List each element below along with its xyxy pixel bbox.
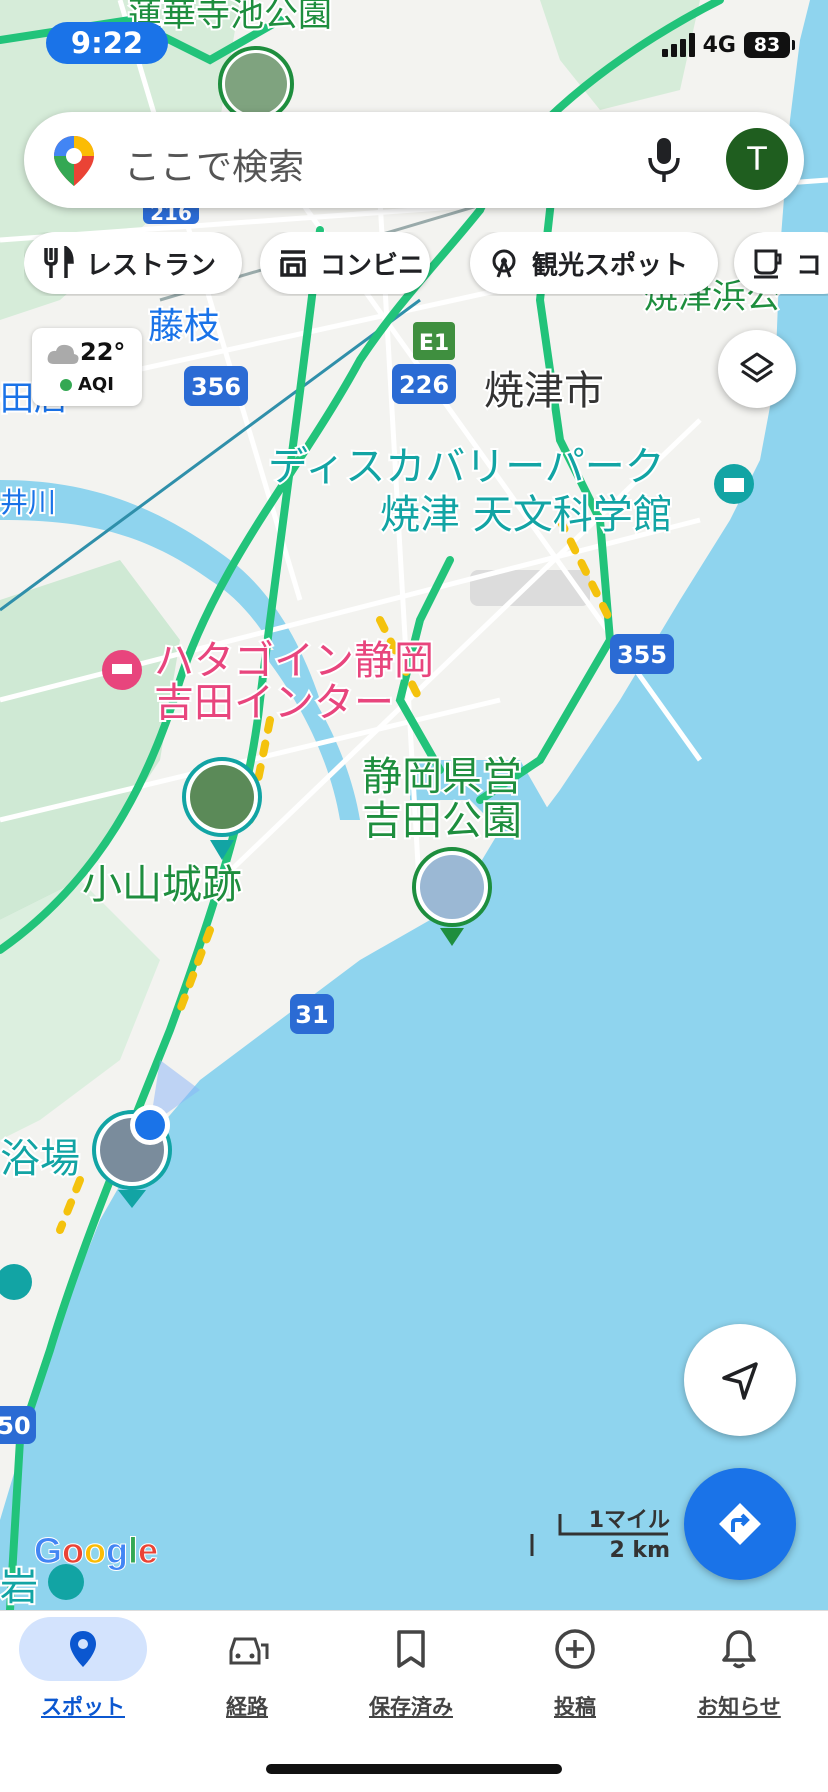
directions-button[interactable] <box>684 1468 796 1580</box>
expressway-e1: E1 <box>419 331 449 356</box>
bell-icon <box>722 1630 756 1669</box>
microphone-icon[interactable] <box>646 136 682 188</box>
chip-label-sightseeing: 観光スポット <box>532 250 689 281</box>
chip-sightseeing[interactable]: 観光スポット <box>470 232 718 294</box>
nav-explore[interactable]: スポット <box>0 1611 166 1731</box>
label-discovery-1: ディスカバリーパーク <box>268 444 665 490</box>
chip-cafe[interactable]: コ <box>734 232 828 294</box>
car-icon <box>229 1637 269 1665</box>
museum-marker[interactable] <box>714 464 754 504</box>
nav-label-saved: 保存済み <box>369 1695 453 1719</box>
nav-updates[interactable]: お知らせ <box>656 1611 822 1731</box>
search-input[interactable]: ここで検索 <box>124 138 304 190</box>
home-indicator[interactable] <box>266 1764 562 1774</box>
aqi-status-dot <box>60 379 72 391</box>
chip-restaurant[interactable]: レストラン <box>24 232 242 294</box>
add-circle-icon <box>555 1629 595 1669</box>
scale-km: 2 km <box>609 1538 670 1563</box>
network-type: 4G <box>702 32 736 58</box>
fork-knife-icon <box>44 246 74 278</box>
label-iwa: 岩 <box>0 1565 38 1609</box>
label-hotel-2: 吉田インター <box>154 680 394 726</box>
nav-commute[interactable]: 経路 <box>164 1611 330 1731</box>
shield-226: 226 <box>399 371 449 399</box>
label-yaizu-city: 焼津市 <box>484 368 604 414</box>
label-park-1: 静岡県営 <box>362 754 522 800</box>
label-park-2: 吉田公園 <box>362 798 522 844</box>
navigation-arrow-icon <box>722 1362 758 1400</box>
coffee-icon <box>754 249 782 279</box>
aqi-label: AQI <box>78 374 114 395</box>
map-scale: 1マイル 2 km <box>530 1502 670 1563</box>
nav-label-updates: お知らせ <box>697 1695 781 1719</box>
chip-label-convenience: コンビニ <box>320 250 425 281</box>
shield-356: 356 <box>191 373 241 401</box>
battery-icon: 83 <box>744 32 795 58</box>
signal-icon <box>661 33 695 57</box>
shield-31: 31 <box>295 1001 328 1029</box>
nav-label-explore: スポット <box>41 1695 125 1719</box>
hotel-marker[interactable] <box>102 650 142 690</box>
bookmark-icon <box>397 1630 425 1668</box>
search-bar[interactable]: ここで検索 T <box>24 112 804 208</box>
ferris-wheel-icon <box>492 249 516 278</box>
label-hotel-1: ハタゴイン静岡 <box>154 638 434 684</box>
avatar[interactable]: T <box>726 128 788 190</box>
chip-convenience-store[interactable]: コンビニ <box>260 232 430 294</box>
chip-label-restaurant: レストラン <box>86 250 217 281</box>
shield-50: 50 <box>0 1412 31 1440</box>
my-location-button[interactable] <box>684 1324 796 1436</box>
cloud-icon <box>46 342 80 370</box>
nav-contribute[interactable]: 投稿 <box>492 1611 658 1731</box>
layers-icon <box>740 352 774 383</box>
chip-label-cafe: コ <box>796 250 823 281</box>
scale-miles: 1マイル <box>588 1508 670 1533</box>
nav-label-contribute: 投稿 <box>554 1695 596 1719</box>
status-bar: 9:22 4G 83 <box>0 0 828 90</box>
weather-widget[interactable]: 22° AQI <box>32 328 142 406</box>
location-pin-icon <box>70 1631 96 1667</box>
weather-temp: 22° <box>80 338 126 366</box>
category-chips: レストラン コンビニ 観光スポット コ <box>24 232 828 296</box>
nav-label-commute: 経路 <box>226 1695 268 1719</box>
status-time: 9:22 <box>46 22 168 64</box>
label-koyama: 小山城跡 <box>82 862 242 908</box>
shield-355: 355 <box>617 641 667 669</box>
label-fujieda: 藤枝 <box>148 306 220 347</box>
status-indicators: 4G 83 <box>661 32 795 58</box>
nav-saved[interactable]: 保存済み <box>328 1611 494 1731</box>
store-icon <box>280 250 306 277</box>
label-beach: 浴場 <box>0 1136 80 1182</box>
layers-button[interactable] <box>718 330 796 408</box>
label-ri-kawa: 井川 <box>0 486 56 519</box>
directions-icon <box>719 1503 761 1545</box>
label-discovery-2: 焼津 天文科学館 <box>380 492 673 538</box>
google-maps-pin-icon <box>52 134 96 192</box>
google-logo: Google <box>33 1530 159 1572</box>
